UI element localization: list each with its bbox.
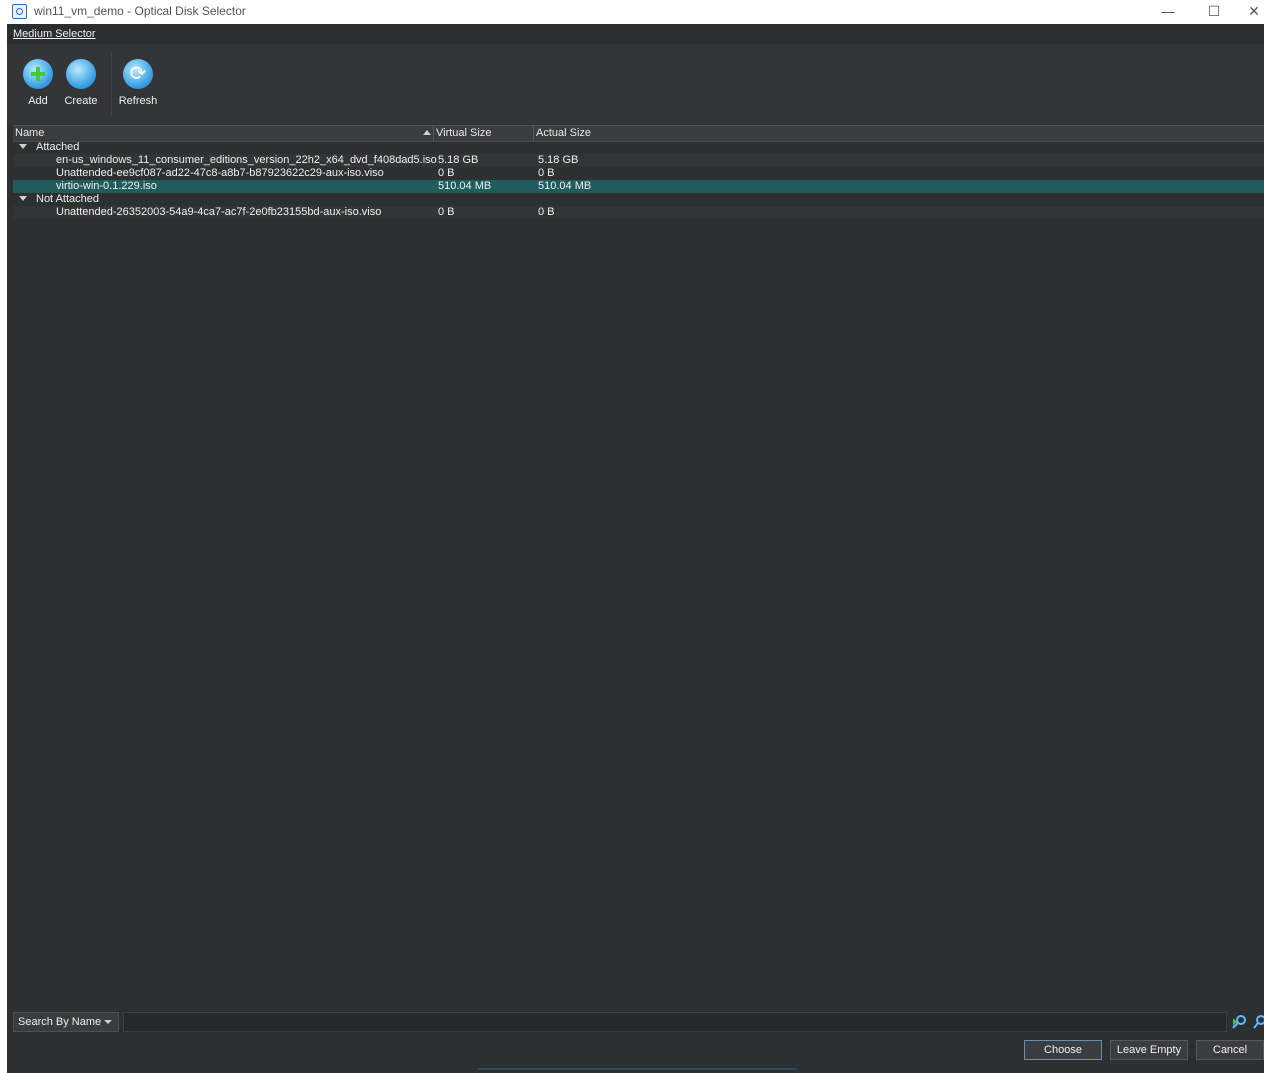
minimize-button[interactable]: — — [1158, 2, 1178, 20]
menu-medium-selector[interactable]: Medium Selector — [13, 28, 96, 40]
maximize-button[interactable]: ☐ — [1204, 2, 1224, 20]
medium-virtual-size: 510.04 MB — [438, 180, 492, 192]
status-strip — [477, 1068, 797, 1070]
app-icon — [12, 4, 27, 19]
refresh-label: Refresh — [118, 95, 158, 107]
medium-actual-size: 510.04 MB — [538, 180, 592, 192]
tree-header: Name Virtual Size Actual Size — [13, 125, 1264, 142]
refresh-icon: ⟳ — [123, 59, 153, 89]
table-row[interactable]: Unattended-ee9cf087-ad22-47c8-a8b7-b8792… — [13, 167, 1264, 180]
group-attached[interactable]: Attached — [13, 141, 1264, 154]
search-mode-value: Search By Name — [18, 1016, 102, 1028]
medium-actual-size: 5.18 GB — [538, 154, 579, 166]
close-button[interactable]: ✕ — [1244, 2, 1264, 20]
chevron-down-icon — [104, 1020, 112, 1024]
table-row[interactable]: Unattended-26352003-54a9-4ca7-ac7f-2e0fb… — [13, 206, 1264, 219]
table-row-selected[interactable]: virtio-win-0.1.229.iso 510.04 MB 510.04 … — [13, 180, 1264, 193]
group-not-attached[interactable]: Not Attached — [13, 193, 1264, 206]
medium-tree[interactable]: Name Virtual Size Actual Size Attached e… — [13, 125, 1264, 1004]
search-previous-icon[interactable] — [1231, 1014, 1247, 1030]
column-divider — [533, 126, 534, 141]
choose-button[interactable]: Choose — [1024, 1040, 1102, 1060]
search-bar: Search By Name — [13, 1012, 1264, 1032]
medium-virtual-size: 0 B — [438, 206, 455, 218]
search-mode-select[interactable]: Search By Name — [13, 1012, 119, 1032]
column-header-name[interactable]: Name — [15, 127, 44, 139]
table-row[interactable]: en-us_windows_11_consumer_editions_versi… — [13, 154, 1264, 167]
window-title: win11_vm_demo - Optical Disk Selector — [34, 4, 246, 18]
dialog-body: Medium Selector Add Create ⟳ Refresh Nam… — [7, 24, 1264, 1073]
medium-virtual-size: 0 B — [438, 167, 455, 179]
column-header-actual-size[interactable]: Actual Size — [536, 127, 591, 139]
menu-bar: Medium Selector — [7, 24, 1264, 44]
leave-empty-button[interactable]: Leave Empty — [1110, 1040, 1188, 1060]
column-divider — [433, 126, 434, 141]
medium-virtual-size: 5.18 GB — [438, 154, 479, 166]
create-button[interactable]: Create — [53, 56, 109, 116]
create-disk-icon — [66, 59, 96, 89]
group-label: Not Attached — [36, 193, 99, 205]
sort-ascending-icon — [423, 130, 431, 135]
column-header-virtual-size[interactable]: Virtual Size — [436, 127, 491, 139]
refresh-button[interactable]: ⟳ Refresh — [110, 56, 166, 116]
search-next-icon[interactable] — [1253, 1014, 1264, 1030]
create-label: Create — [64, 95, 98, 107]
medium-actual-size: 0 B — [538, 206, 555, 218]
search-input[interactable] — [123, 1012, 1227, 1032]
group-label: Attached — [36, 141, 80, 153]
expand-arrow-icon[interactable] — [19, 196, 27, 201]
medium-name: Unattended-ee9cf087-ad22-47c8-a8b7-b8792… — [56, 167, 384, 179]
toolbar: Add Create ⟳ Refresh — [7, 44, 1264, 124]
medium-actual-size: 0 B — [538, 167, 555, 179]
medium-name: Unattended-26352003-54a9-4ca7-ac7f-2e0fb… — [56, 206, 382, 218]
expand-arrow-icon[interactable] — [19, 144, 27, 149]
medium-name: virtio-win-0.1.229.iso — [56, 180, 157, 192]
cancel-button[interactable]: Cancel — [1196, 1040, 1264, 1060]
medium-name: en-us_windows_11_consumer_editions_versi… — [56, 154, 437, 166]
title-bar: win11_vm_demo - Optical Disk Selector — … — [0, 0, 1264, 24]
add-disk-icon — [23, 59, 53, 89]
window-edge — [0, 24, 7, 1073]
